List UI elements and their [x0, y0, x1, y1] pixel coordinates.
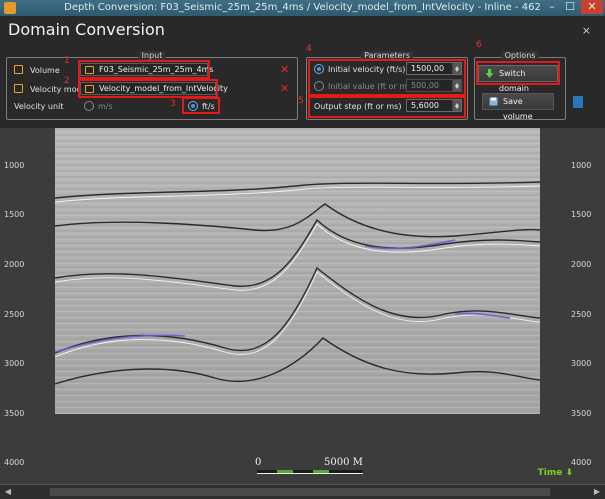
remove-velocity-icon[interactable]: ✕: [280, 83, 289, 95]
depth-tick: 2500: [571, 310, 592, 319]
depth-tick: 4000: [571, 458, 592, 467]
scale-end-label: 5000 M: [324, 457, 363, 468]
velocity-model-field[interactable]: Velocity_model_from_IntVelocity: [80, 82, 228, 95]
initial-velocity-radio[interactable]: [314, 64, 324, 74]
depth-tick: 3500: [4, 409, 25, 418]
time-button[interactable]: Time ⬇: [538, 468, 573, 478]
parameters-legend: Parameters: [361, 51, 413, 60]
depth-tick: 1500: [571, 210, 592, 219]
depth-tick: 2500: [4, 310, 25, 319]
scroll-left-icon[interactable]: ◀: [2, 486, 14, 498]
scroll-right-icon[interactable]: ▶: [591, 486, 603, 498]
seismic-volume-icon: [85, 66, 94, 74]
output-step-label: Output step (ft or ms): [314, 102, 402, 111]
panel-close-icon[interactable]: ×: [582, 24, 591, 37]
velocity-icon: [14, 84, 23, 93]
maximize-button[interactable]: ☐: [563, 0, 577, 14]
output-step-value: 5,6000: [411, 101, 439, 110]
expand-panel-icon[interactable]: [573, 96, 583, 108]
close-window-button[interactable]: ✕: [581, 0, 603, 14]
switch-domain-label: Switch domain: [499, 69, 529, 93]
depth-tick: 2000: [4, 260, 25, 269]
depth-tick: 3000: [571, 359, 592, 368]
domain-conversion-panel: Domain Conversion × Input Volume F03_Sei…: [0, 16, 605, 128]
options-legend: Options: [501, 51, 539, 60]
initial-velocity-value: 1500,00: [411, 64, 445, 73]
depth-tick: 4000: [4, 458, 25, 467]
unit-fts-label: ft/s: [202, 102, 215, 111]
initial-value-input[interactable]: 500,00: [406, 79, 462, 92]
velocity-model-label: Velocity mode: [30, 85, 87, 94]
depth-tick: 3500: [571, 409, 592, 418]
velocity-unit-label: Velocity unit: [14, 102, 64, 111]
depth-tick: 2000: [571, 260, 592, 269]
input-legend: Input: [138, 51, 166, 60]
unit-ms-label: m/s: [98, 102, 113, 111]
depth-tick: 1000: [571, 161, 592, 170]
depth-tick: 1000: [4, 161, 25, 170]
annotation-number-5: 5: [298, 96, 304, 106]
depth-conversion-window: Depth Conversion: F03_Seismic_25m_25m_4m…: [0, 0, 605, 499]
volume-label: Volume: [30, 66, 60, 75]
save-icon: [489, 97, 498, 106]
volume-field[interactable]: F03_Seismic_25m_25m_4ms: [80, 63, 214, 76]
horizontal-scrollbar[interactable]: ◀ ▶: [0, 484, 605, 499]
unit-ms-radio[interactable]: [84, 101, 94, 111]
scale-start-label: 0: [255, 457, 262, 468]
title-bar: Depth Conversion: F03_Seismic_25m_25m_4m…: [0, 0, 605, 16]
depth-tick: 1500: [4, 210, 25, 219]
panel-heading: Domain Conversion: [8, 20, 165, 39]
spin-icon[interactable]: [452, 80, 461, 91]
remove-volume-icon[interactable]: ✕: [280, 64, 289, 76]
initial-value-value: 500,00: [411, 81, 439, 90]
arrow-down-icon: [485, 69, 494, 78]
save-volume-label: Save volume: [503, 97, 533, 121]
output-step-input[interactable]: 5,6000: [406, 99, 462, 112]
seismic-section-image[interactable]: [55, 128, 540, 414]
spin-icon[interactable]: [452, 100, 461, 111]
velocity-model-value: Velocity_model_from_IntVelocity: [99, 84, 228, 93]
volume-value: F03_Seismic_25m_25m_4ms: [99, 65, 214, 74]
window-title: Depth Conversion: F03_Seismic_25m_25m_4m…: [64, 2, 541, 13]
annotation-number-3: 3: [170, 99, 176, 109]
seismic-viewer[interactable]: 1000 1500 2000 2500 3000 3500 4000 1000 …: [0, 128, 605, 484]
initial-velocity-label: Initial velocity (ft/s): [328, 65, 406, 74]
velocity-model-icon: [85, 85, 94, 93]
initial-velocity-input[interactable]: 1500,00: [406, 62, 462, 75]
spin-icon[interactable]: [452, 63, 461, 74]
annotation-number-4: 4: [306, 44, 312, 54]
scrollbar-thumb[interactable]: [50, 488, 550, 496]
annotation-number-1: 1: [64, 56, 70, 66]
initial-value-radio[interactable]: [314, 81, 324, 91]
volume-icon: [14, 65, 23, 74]
annotation-number-2: 2: [64, 76, 70, 86]
switch-domain-button[interactable]: Switch domain: [478, 65, 558, 93]
time-button-label: Time: [537, 468, 563, 478]
depth-ruler-left: 1000 1500 2000 2500 3000 3500 4000: [0, 128, 40, 484]
unit-fts-radio[interactable]: [188, 101, 198, 111]
arrow-down-icon: ⬇: [565, 468, 573, 478]
annotation-number-6: 6: [476, 40, 482, 50]
save-volume-button[interactable]: Save volume: [482, 93, 554, 121]
minimize-button[interactable]: –: [545, 0, 559, 14]
initial-value-label: Initial value (ft or ms): [328, 82, 415, 91]
depth-tick: 3000: [4, 359, 25, 368]
depth-ruler-right: 1000 1500 2000 2500 3000 3500 4000: [565, 128, 605, 484]
